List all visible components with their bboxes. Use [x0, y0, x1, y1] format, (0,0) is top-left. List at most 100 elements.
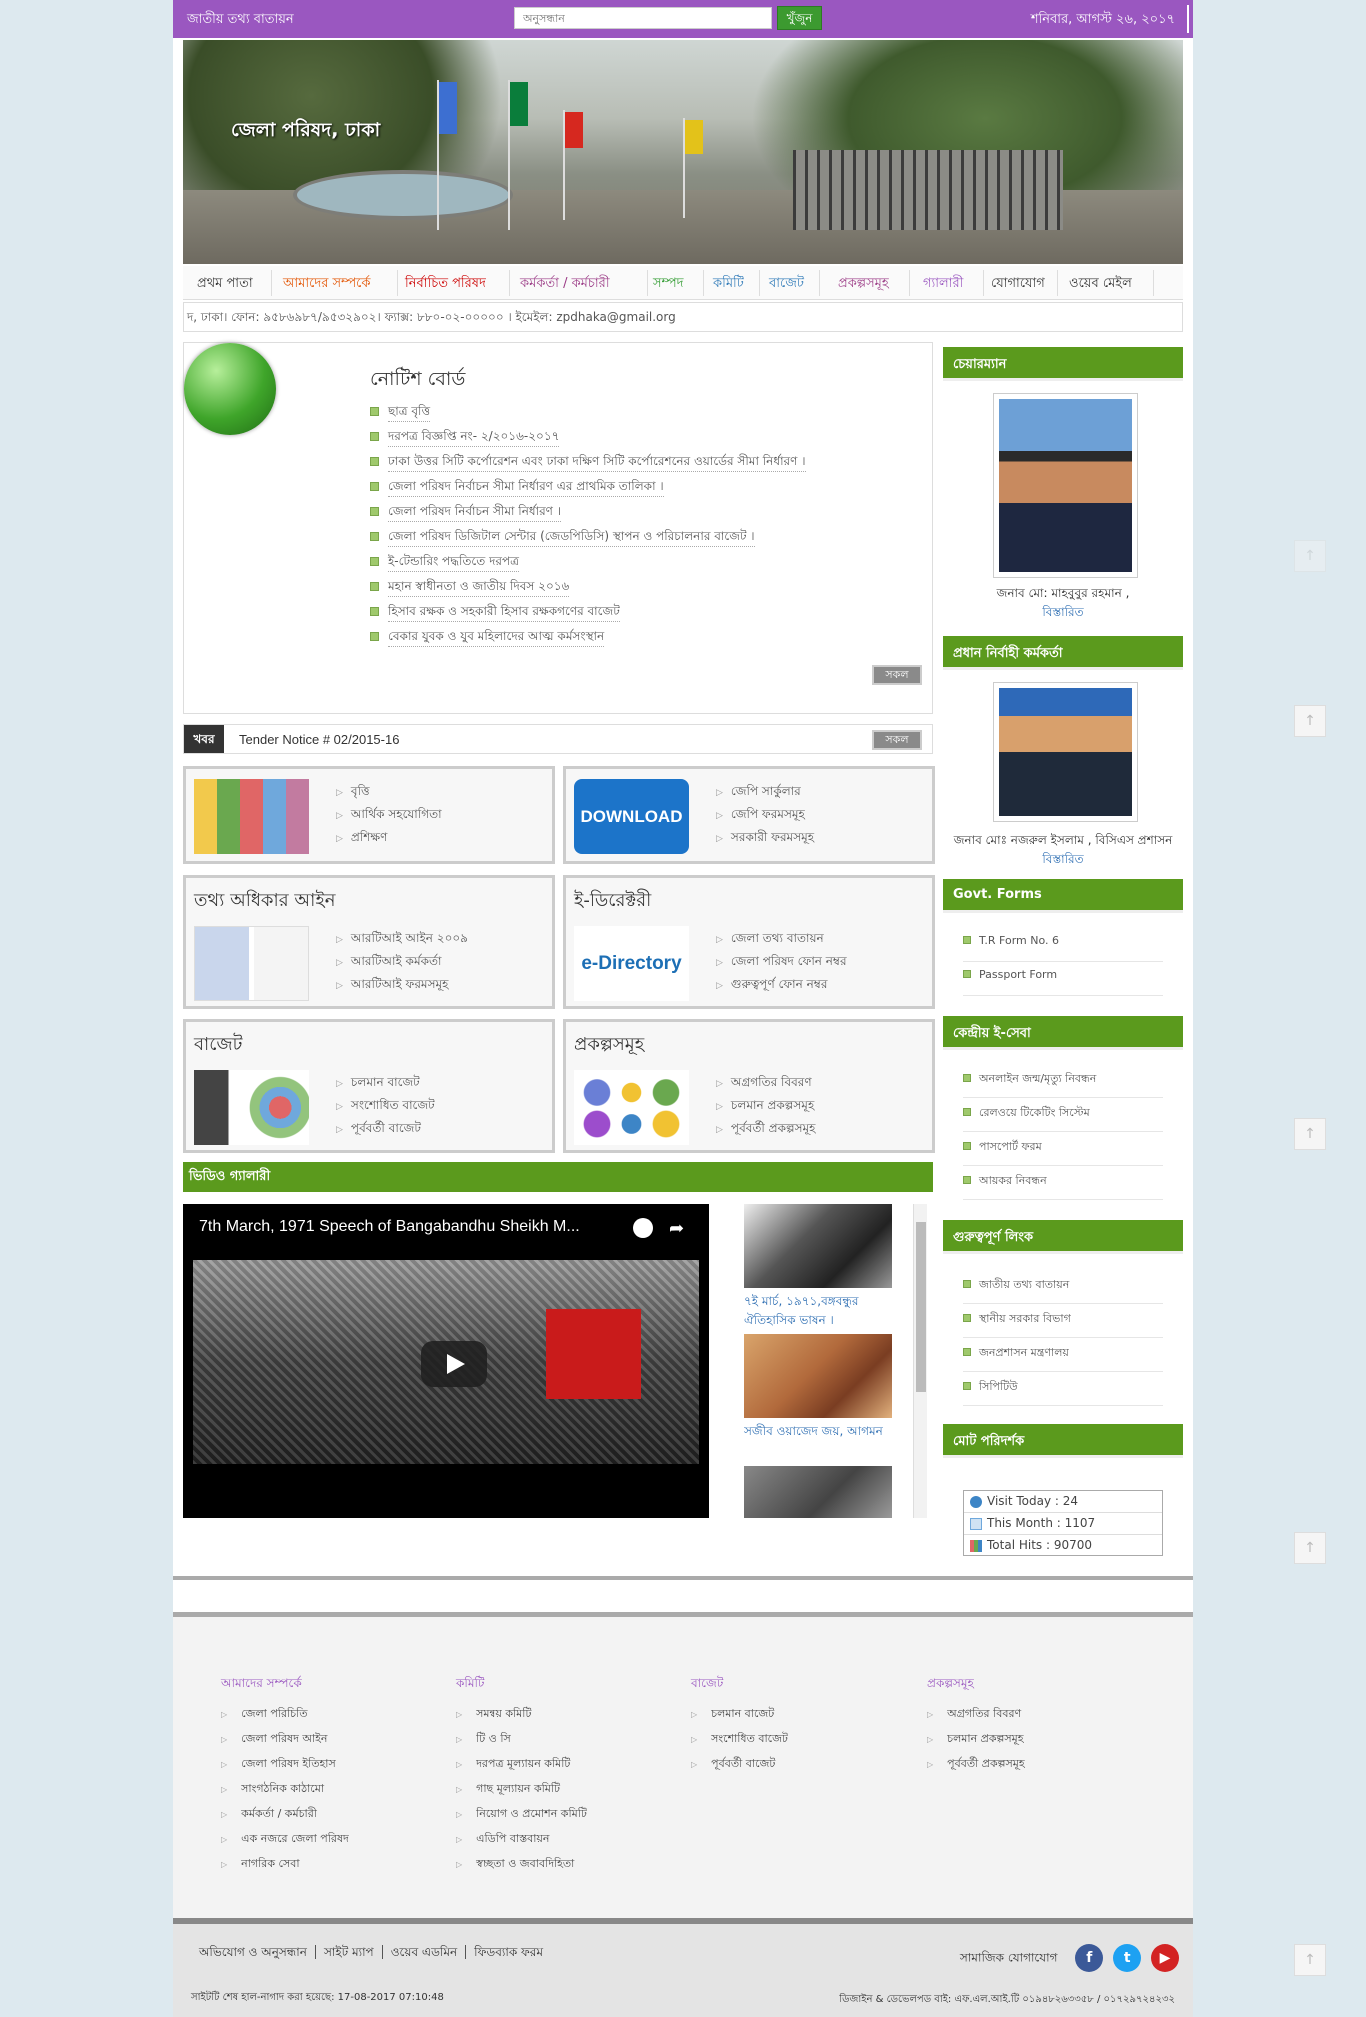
nav-item-assets[interactable]: সম্পদ	[653, 274, 683, 295]
link-item[interactable]: বৃত্তি	[336, 783, 442, 806]
notice-item[interactable]: ছাত্র বৃত্তি	[370, 403, 806, 428]
search-input[interactable]	[514, 7, 772, 29]
notice-item[interactable]: জেলা পরিষদ নির্বাচন সীমা নির্ধারণ এর প্র…	[370, 478, 806, 503]
link-item[interactable]: জেপি ফরমসমূহ	[716, 806, 814, 829]
link-item[interactable]: আর্থিক সহযোগিতা	[336, 806, 442, 829]
notice-item[interactable]: বেকার যুবক ও যুব মহিলাদের আত্ম কর্মসংস্থ…	[370, 628, 806, 653]
nav-item-webmail[interactable]: ওয়েব মেইল	[1069, 274, 1132, 295]
footer-link[interactable]: দরপত্র মূল্যায়ন কমিটি	[456, 1755, 587, 1780]
link-item[interactable]: চলমান প্রকল্পসমূহ	[716, 1097, 816, 1120]
footer-link[interactable]: অগ্রগতির বিবরণ	[927, 1705, 1025, 1730]
nav-item-staff[interactable]: কর্মকর্তা / কর্মচারী	[520, 274, 610, 295]
video-thumbnail[interactable]	[744, 1466, 892, 1518]
nav-item-committee[interactable]: কমিটি	[713, 274, 744, 295]
nav-item-budget[interactable]: বাজেট	[769, 274, 804, 295]
link-item[interactable]: পূর্ববর্তী বাজেট	[336, 1120, 435, 1143]
e-service-item[interactable]: রেলওয়ে টিকেটিং সিস্টেম	[963, 1098, 1163, 1132]
footer-link[interactable]: গাছ মূল্যায়ন কমিটি	[456, 1780, 587, 1805]
video-thumbnail[interactable]	[744, 1204, 892, 1288]
footer-link[interactable]: টি ও সি	[456, 1730, 587, 1755]
footer-link[interactable]: সমন্বয় কমিটি	[456, 1705, 587, 1730]
footer-link[interactable]: জেলা পরিষদ আইন	[221, 1730, 349, 1755]
footer-link[interactable]: এডিপি বাস্তবায়ন	[456, 1830, 587, 1855]
scroll-top-icon[interactable]: ↑	[1294, 1118, 1326, 1150]
link-item[interactable]: সংশোধিত বাজেট	[336, 1097, 435, 1120]
nav-item-about[interactable]: আমাদের সম্পর্কে	[283, 274, 370, 295]
scroll-thumb[interactable]	[916, 1222, 926, 1392]
notice-item[interactable]: মহান স্বাধীনতা ও জাতীয় দিবস ২০১৬	[370, 578, 806, 603]
web-admin-link[interactable]: ওয়েব এডমিন	[382, 1945, 467, 1959]
twitter-icon[interactable]: t	[1113, 1944, 1142, 1972]
notice-item[interactable]: দরপত্র বিজ্ঞপ্তি নং- ২/২০১৬-২০১৭	[370, 428, 806, 453]
link-item[interactable]: জেপি সার্কুলার	[716, 783, 814, 806]
video-title[interactable]: 7th March, 1971 Speech of Bangabandhu Sh…	[199, 1218, 580, 1236]
notice-item[interactable]: জেলা পরিষদ নির্বাচন সীমা নির্ধারণ ।	[370, 503, 806, 528]
play-icon[interactable]	[421, 1341, 487, 1387]
link-item[interactable]: সরকারী ফরমসমূহ	[716, 829, 814, 852]
video-thumbnail[interactable]	[744, 1334, 892, 1418]
youtube-icon[interactable]: ▶	[1151, 1944, 1179, 1972]
footer-link[interactable]: চলমান প্রকল্পসমূহ	[927, 1730, 1025, 1755]
footer-col-heading[interactable]: কমিটি	[456, 1675, 587, 1695]
important-link-item[interactable]: জাতীয় তথ্য বাতায়ন	[963, 1270, 1163, 1304]
ceo-details-link[interactable]: বিস্তারিত	[943, 851, 1183, 871]
nav-item-projects[interactable]: প্রকল্পসমূহ	[838, 274, 889, 295]
footer-link[interactable]: এক নজরে জেলা পরিষদ	[221, 1830, 349, 1855]
scroll-top-icon[interactable]: ↑	[1294, 540, 1326, 572]
footer-col-heading[interactable]: বাজেট	[691, 1675, 788, 1695]
notice-all-button[interactable]: সকল	[872, 665, 922, 685]
footer-link[interactable]: সংশোধিত বাজেট	[691, 1730, 788, 1755]
link-item[interactable]: আরটিআই ফরমসমূহ	[336, 976, 468, 999]
scroll-top-icon[interactable]: ↑	[1294, 705, 1326, 737]
footer-col-heading[interactable]: প্রকল্পসমূহ	[927, 1675, 1025, 1695]
govt-form-item[interactable]: Passport Form	[963, 962, 1163, 996]
govt-form-item[interactable]: T.R Form No. 6	[963, 928, 1163, 962]
news-item[interactable]: Tender Notice # 02/2015-16	[239, 732, 399, 747]
important-link-item[interactable]: জনপ্রশাসন মন্ত্রণালয়	[963, 1338, 1163, 1372]
complaint-link[interactable]: অভিযোগ ও অনুসন্ধান	[191, 1945, 316, 1959]
link-item[interactable]: চলমান বাজেট	[336, 1074, 435, 1097]
footer-link[interactable]: সাংগঠনিক কাঠামো	[221, 1780, 349, 1805]
nav-item-contact[interactable]: যোগাযোগ	[991, 274, 1045, 295]
facebook-icon[interactable]: f	[1075, 1944, 1104, 1972]
footer-link[interactable]: পূর্ববর্তী বাজেট	[691, 1755, 788, 1780]
clock-icon[interactable]	[633, 1218, 653, 1238]
e-service-item[interactable]: পাসপোর্ট ফরম	[963, 1132, 1163, 1166]
link-item[interactable]: পূর্ববর্তী প্রকল্পসমূহ	[716, 1120, 816, 1143]
footer-link[interactable]: কর্মকর্তা / কর্মচারী	[221, 1805, 349, 1830]
video-player[interactable]: 7th March, 1971 Speech of Bangabandhu Sh…	[183, 1204, 709, 1518]
e-service-item[interactable]: অনলাইন জন্ম/মৃত্যু নিবন্ধন	[963, 1064, 1163, 1098]
video-list-scrollbar[interactable]	[913, 1204, 927, 1518]
nav-item-elected-council[interactable]: নির্বাচিত পরিষদ	[405, 274, 486, 295]
footer-link[interactable]: পূর্ববর্তী প্রকল্পসমূহ	[927, 1755, 1025, 1780]
share-icon[interactable]: ➦	[669, 1218, 684, 1239]
e-service-item[interactable]: আয়কর নিবন্ধন	[963, 1166, 1163, 1200]
footer-link[interactable]: নাগরিক সেবা	[221, 1855, 349, 1880]
link-item[interactable]: আরটিআই আইন ২০০৯	[336, 930, 468, 953]
chairman-details-link[interactable]: বিস্তারিত	[943, 604, 1183, 624]
search-button[interactable]: খুঁজুন	[777, 6, 822, 30]
footer-link[interactable]: চলমান বাজেট	[691, 1705, 788, 1730]
video-list-caption[interactable]: ৭ই মার্চ, ১৯৭১,বঙ্গবন্ধুর ঐতিহাসিক ভাষন …	[744, 1292, 894, 1330]
important-link-item[interactable]: স্থানীয় সরকার বিভাগ	[963, 1304, 1163, 1338]
footer-link[interactable]: নিয়োগ ও প্রমোশন কমিটি	[456, 1805, 587, 1830]
link-item[interactable]: অগ্রগতির বিবরণ	[716, 1074, 816, 1097]
important-link-item[interactable]: সিপিটিউ	[963, 1372, 1163, 1406]
notice-item[interactable]: জেলা পরিষদ ডিজিটাল সেন্টার (জেডপিডিসি) স…	[370, 528, 806, 553]
scroll-top-icon[interactable]: ↑	[1294, 1944, 1326, 1976]
notice-item[interactable]: হিসাব রক্ষক ও সহকারী হিসাব রক্ষকগণের বাজ…	[370, 603, 806, 628]
notice-item[interactable]: ঢাকা উত্তর সিটি কর্পোরেশন এবং ঢাকা দক্ষি…	[370, 453, 806, 478]
footer-col-heading[interactable]: আমাদের সম্পর্কে	[221, 1675, 349, 1695]
sitemap-link[interactable]: সাইট ম্যাপ	[315, 1945, 383, 1959]
footer-link[interactable]: স্বচ্ছতা ও জবাবদিহিতা	[456, 1855, 587, 1880]
national-portal-link[interactable]: জাতীয় তথ্য বাতায়ন	[187, 10, 294, 31]
link-item[interactable]: জেলা পরিষদ ফোন নম্বর	[716, 953, 847, 976]
link-item[interactable]: গুরুত্বপূর্ণ ফোন নম্বর	[716, 976, 847, 999]
nav-item-home[interactable]: প্রথম পাতা	[197, 274, 253, 295]
video-list-caption[interactable]: সজীব ওয়াজেদ জয়, আগমন	[744, 1422, 894, 1441]
footer-link[interactable]: জেলা পরিচিতি	[221, 1705, 349, 1730]
link-item[interactable]: প্রশিক্ষণ	[336, 829, 442, 852]
scroll-top-icon[interactable]: ↑	[1294, 1532, 1326, 1564]
footer-link[interactable]: জেলা পরিষদ ইতিহাস	[221, 1755, 349, 1780]
feedback-link[interactable]: ফিডব্যাক ফরম	[466, 1945, 551, 1959]
